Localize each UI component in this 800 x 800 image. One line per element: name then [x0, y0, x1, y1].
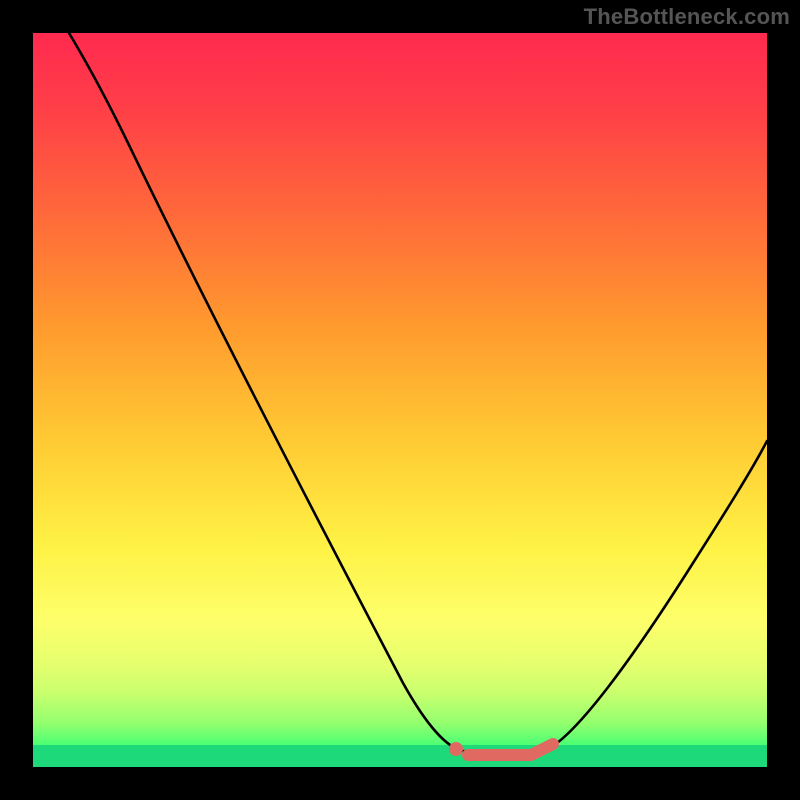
attribution-label: TheBottleneck.com: [584, 4, 790, 30]
optimal-range-stroke: [468, 744, 553, 755]
optimal-start-dot: [449, 742, 463, 756]
plot-area: [33, 33, 767, 767]
chart-overlay: [33, 33, 767, 767]
bottleneck-curve: [69, 33, 767, 754]
chart-root: TheBottleneck.com: [0, 0, 800, 800]
